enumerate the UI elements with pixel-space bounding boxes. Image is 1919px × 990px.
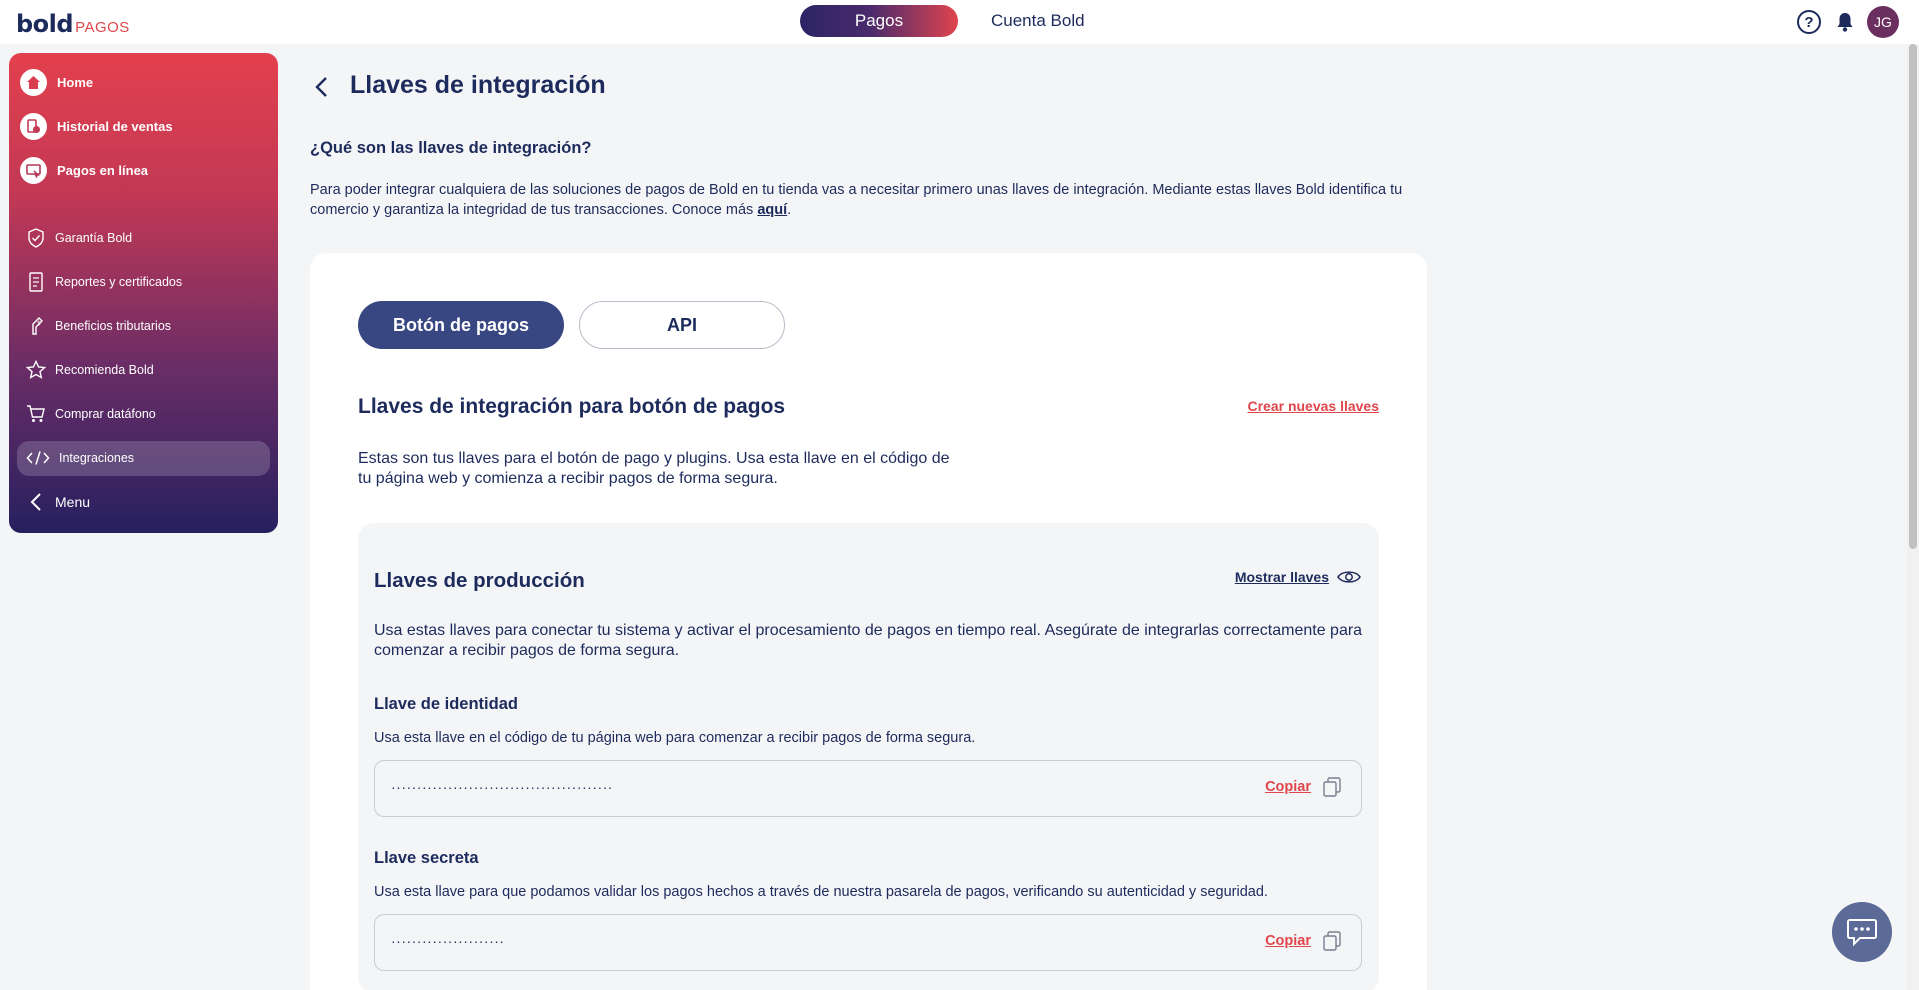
what-desc-text: Para poder integrar cualquiera de las so… — [310, 182, 1403, 218]
logo-sub: PAGOS — [75, 19, 130, 36]
integration-keys-card: Botón de pagos API Llaves de integración… — [310, 253, 1427, 990]
sidebar-item-label: Historial de ventas — [57, 119, 173, 134]
copy-icon — [1323, 777, 1341, 797]
code-icon — [25, 447, 51, 469]
top-bar: bold PAGOS Pagos Cuenta Bold ? JG — [0, 0, 1919, 44]
sidebar: Home Historial de ventas Pagos en línea … — [9, 53, 278, 533]
history-icon — [20, 113, 47, 140]
svg-text:$: $ — [37, 320, 41, 327]
sidebar-item-label: Home — [57, 75, 94, 90]
sidebar-item-reportes[interactable]: Reportes y certificados — [25, 271, 182, 293]
sidebar-item-historial[interactable]: Historial de ventas — [20, 113, 173, 140]
production-keys-title: Llaves de producción — [374, 569, 585, 592]
copy-identity-key-button[interactable]: Copiar — [1265, 777, 1341, 797]
sidebar-item-integraciones[interactable]: Integraciones — [25, 447, 134, 469]
tax-icon: $ — [25, 315, 47, 337]
online-payments-icon — [20, 157, 47, 184]
sidebar-item-beneficios[interactable]: $ Beneficios tributarios — [25, 315, 171, 337]
create-new-keys-link[interactable]: Crear nuevas llaves — [1247, 398, 1379, 414]
secret-key-value: ······················ — [391, 933, 505, 949]
nav-cuenta-bold-tab[interactable]: Cuenta Bold — [991, 11, 1085, 31]
logo-main: bold — [16, 10, 74, 38]
tab-boton-de-pagos[interactable]: Botón de pagos — [358, 301, 564, 349]
what-desc-end: . — [787, 202, 792, 218]
chat-icon — [1847, 919, 1877, 947]
shield-icon — [25, 227, 47, 249]
sidebar-menu-toggle[interactable]: Menu — [25, 491, 90, 513]
sidebar-item-pagos-en-linea[interactable]: Pagos en línea — [20, 157, 148, 184]
menu-label: Menu — [55, 494, 91, 510]
chevron-left-icon — [25, 491, 47, 513]
top-navigation: Pagos Cuenta Bold — [800, 5, 1085, 37]
tab-api[interactable]: API — [579, 301, 785, 349]
show-keys-label: Mostrar llaves — [1234, 569, 1329, 585]
learn-more-link[interactable]: aquí — [757, 202, 787, 218]
copy-icon — [1323, 931, 1341, 951]
sidebar-item-label: Garantía Bold — [55, 231, 133, 245]
document-icon — [25, 271, 47, 293]
identity-key-label: Llave de identidad — [374, 695, 518, 713]
sidebar-item-label: Integraciones — [59, 451, 135, 465]
identity-key-value: ········································… — [391, 779, 613, 795]
sidebar-item-label: Beneficios tributarios — [55, 319, 172, 333]
secret-key-label: Llave secreta — [374, 849, 479, 867]
section-title: Llaves de integración para botón de pago… — [358, 395, 786, 418]
sidebar-item-garantia[interactable]: Garantía Bold — [25, 227, 132, 249]
sidebar-item-recomienda[interactable]: Recomienda Bold — [25, 359, 154, 381]
secret-key-field[interactable]: ······················ Copiar — [374, 914, 1362, 971]
bell-icon[interactable] — [1835, 11, 1855, 33]
back-button[interactable] — [312, 74, 332, 105]
sidebar-item-comprar[interactable]: Comprar datáfono — [25, 403, 156, 425]
secret-key-description: Usa esta llave para que podamos validar … — [374, 884, 1268, 900]
sidebar-item-label: Reportes y certificados — [55, 275, 183, 289]
section-description: Estas son tus llaves para el botón de pa… — [358, 450, 950, 487]
bold-pagos-logo[interactable]: bold PAGOS — [16, 10, 130, 38]
copy-label: Copiar — [1265, 933, 1311, 949]
chat-support-button[interactable] — [1832, 902, 1892, 962]
what-are-keys-title: ¿Qué son las llaves de integración? — [310, 139, 592, 157]
eye-icon — [1337, 571, 1361, 583]
production-keys-panel: Llaves de producción Mostrar llaves Usa … — [358, 523, 1379, 990]
sidebar-item-label: Pagos en línea — [57, 163, 149, 178]
page-title: Llaves de integración — [350, 71, 606, 99]
production-keys-description: Usa estas llaves para conectar tu sistem… — [374, 622, 1363, 659]
page-scrollbar-thumb[interactable] — [1909, 44, 1917, 549]
star-icon — [25, 359, 47, 381]
sidebar-item-label: Comprar datáfono — [55, 407, 156, 421]
copy-secret-key-button[interactable]: Copiar — [1265, 931, 1341, 951]
nav-pagos-tab[interactable]: Pagos — [800, 5, 958, 37]
top-icons: ? JG — [1797, 6, 1899, 38]
what-are-keys-description: Para poder integrar cualquiera de las so… — [310, 180, 1410, 220]
chevron-left-icon — [315, 77, 327, 97]
identity-key-field[interactable]: ········································… — [374, 760, 1362, 817]
home-icon — [20, 69, 47, 96]
sidebar-item-home[interactable]: Home — [20, 69, 93, 96]
identity-key-description: Usa esta llave en el código de tu página… — [374, 730, 976, 746]
copy-label: Copiar — [1265, 779, 1311, 795]
cart-icon — [25, 403, 47, 425]
user-avatar[interactable]: JG — [1867, 6, 1899, 38]
show-keys-button[interactable]: Mostrar llaves — [1235, 569, 1361, 585]
sidebar-item-label: Recomienda Bold — [55, 363, 154, 377]
help-icon[interactable]: ? — [1797, 10, 1821, 34]
